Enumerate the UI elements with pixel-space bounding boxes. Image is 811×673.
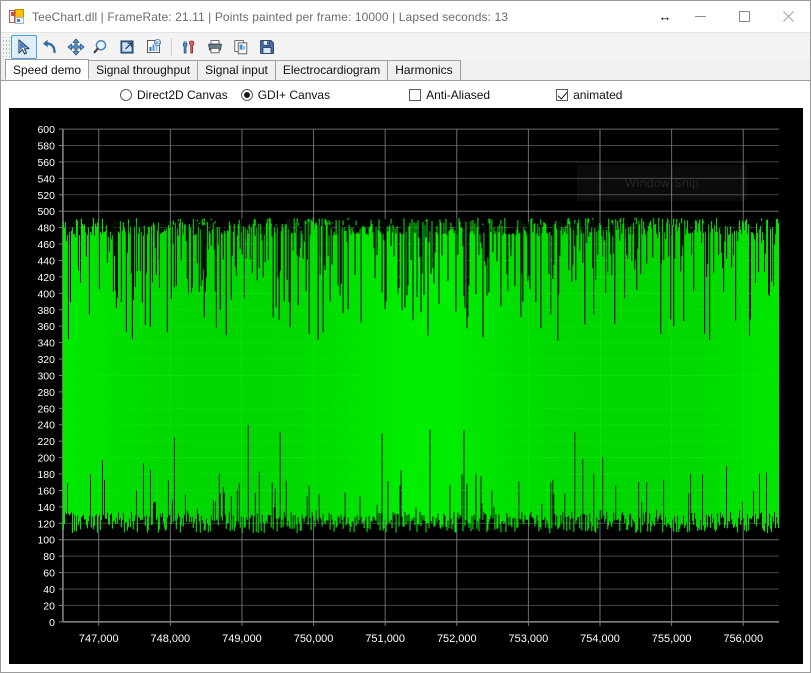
svg-text:40: 40 [43, 584, 55, 596]
svg-text:747,000: 747,000 [79, 633, 119, 645]
window-controls [678, 1, 810, 32]
svg-text:160: 160 [37, 485, 55, 497]
svg-text:180: 180 [37, 469, 55, 481]
direct2d-canvas-radio[interactable]: Direct2D Canvas [120, 88, 228, 102]
magnifier-icon [93, 39, 107, 53]
app-window: TeeChart.dll | FrameRate: 21.11 | Points… [0, 0, 811, 673]
close-icon [782, 11, 794, 22]
animated-label: animated [573, 87, 623, 102]
chart-container: 0 20 40 60 80 100 120 140 160 180 200 220 240 260 280 3… [1, 108, 810, 672]
pan-tool-button[interactable] [63, 35, 89, 59]
svg-text:755,000: 755,000 [652, 633, 692, 645]
tab-signal-input[interactable]: Signal input [197, 60, 276, 80]
select-tool-button[interactable] [11, 34, 37, 59]
window-title: TeeChart.dll | FrameRate: 21.11 | Points… [32, 9, 509, 24]
speed-demo-chart[interactable]: 0 20 40 60 80 100 120 140 160 180 200 220 240 260 280 3… [9, 108, 803, 664]
cursor-arrow-icon [18, 38, 30, 55]
svg-text:580: 580 [37, 140, 55, 152]
copy-button[interactable] [228, 35, 254, 59]
svg-text:440: 440 [37, 255, 55, 267]
export-image-icon [120, 40, 134, 53]
svg-text:240: 240 [37, 420, 55, 432]
copy-pages-icon [234, 39, 248, 54]
svg-text:360: 360 [37, 321, 55, 333]
minimize-icon [694, 16, 706, 17]
chart-3d-icon: 3D [147, 38, 162, 53]
direct2d-canvas-label: Direct2D Canvas [137, 87, 228, 102]
checkbox-indicator-animated [556, 88, 569, 101]
toolbar: 3D [1, 32, 810, 60]
svg-text:756,000: 756,000 [723, 633, 763, 645]
svg-text:751,000: 751,000 [365, 633, 405, 645]
anti-aliased-label: Anti-Aliased [426, 87, 491, 102]
svg-text:500: 500 [37, 206, 55, 218]
checkbox-indicator-antialiased [409, 88, 422, 101]
title-bar: TeeChart.dll | FrameRate: 21.11 | Points… [1, 1, 810, 32]
svg-text:200: 200 [37, 453, 55, 465]
options-bar: Direct2D Canvas GDI+ Canvas Anti-Aliased… [1, 81, 810, 108]
svg-text:120: 120 [37, 518, 55, 530]
svg-text:0: 0 [49, 617, 55, 629]
gdiplus-canvas-label: GDI+ Canvas [257, 87, 331, 102]
svg-text:60: 60 [43, 568, 55, 580]
svg-text:460: 460 [37, 239, 55, 251]
print-button[interactable] [202, 35, 228, 59]
anti-aliased-checkbox[interactable]: Anti-Aliased [409, 88, 490, 102]
tab-speed-demo[interactable]: Speed demo [5, 59, 90, 80]
undo-arrow-icon [43, 39, 56, 53]
maximize-icon [738, 11, 750, 22]
zoom-tool-button[interactable] [89, 35, 115, 59]
minimize-button[interactable] [678, 1, 722, 32]
toolbar-separator [171, 37, 172, 56]
svg-text:480: 480 [37, 223, 55, 235]
save-button[interactable] [254, 35, 280, 59]
move-arrows-icon [67, 38, 85, 55]
chart-gallery-button[interactable]: 3D [141, 35, 167, 59]
floppy-save-icon [260, 39, 274, 54]
svg-text:750,000: 750,000 [294, 633, 334, 645]
gdiplus-canvas-radio[interactable]: GDI+ Canvas [240, 87, 331, 102]
svg-text:280: 280 [37, 387, 55, 399]
chart-panel[interactable]: 0 20 40 60 80 100 120 140 160 180 200 220 240 260 280 3… [9, 108, 803, 664]
svg-text:260: 260 [37, 403, 55, 415]
svg-text:752,000: 752,000 [437, 633, 477, 645]
svg-text:20: 20 [43, 600, 55, 612]
export-tool-button[interactable] [115, 35, 141, 59]
radio-indicator-gdiplus [240, 88, 253, 101]
printer-icon [208, 39, 222, 53]
svg-text:600: 600 [37, 124, 55, 136]
svg-text:749,000: 749,000 [222, 633, 262, 645]
svg-text:748,000: 748,000 [151, 633, 191, 645]
svg-text:753,000: 753,000 [509, 633, 549, 645]
resize-cursor-icon: ↔ [658, 9, 672, 24]
tab-electrocardiogram[interactable]: Electrocardiogram [274, 60, 389, 80]
svg-text:80: 80 [43, 551, 55, 563]
svg-text:100: 100 [37, 535, 55, 547]
svg-text:560: 560 [37, 157, 55, 169]
svg-text:520: 520 [37, 190, 55, 202]
tools-icon [182, 40, 195, 53]
svg-text:140: 140 [37, 502, 55, 514]
svg-text:380: 380 [37, 305, 55, 317]
radio-indicator-direct2d [120, 88, 132, 101]
svg-text:340: 340 [37, 338, 55, 350]
svg-text:220: 220 [37, 436, 55, 448]
tab-harmonics[interactable]: Harmonics [387, 60, 461, 80]
undo-tool-button[interactable] [37, 35, 63, 59]
svg-text:754,000: 754,000 [580, 633, 620, 645]
svg-text:320: 320 [37, 354, 55, 366]
svg-text:400: 400 [37, 288, 55, 300]
svg-text:540: 540 [37, 173, 55, 185]
animated-checkbox[interactable]: animated [556, 88, 622, 102]
svg-text:300: 300 [37, 370, 55, 382]
close-button[interactable] [766, 1, 810, 32]
svg-text:420: 420 [37, 272, 55, 284]
tab-bar: Speed demo Signal throughput Signal inpu… [1, 59, 810, 81]
maximize-button[interactable] [722, 1, 766, 32]
svg-text:3D: 3D [155, 40, 160, 45]
tab-signal-throughput[interactable]: Signal throughput [88, 60, 199, 80]
toolbar-grip[interactable] [3, 36, 10, 57]
app-icon [9, 8, 25, 25]
edit-chart-button[interactable] [176, 35, 202, 59]
